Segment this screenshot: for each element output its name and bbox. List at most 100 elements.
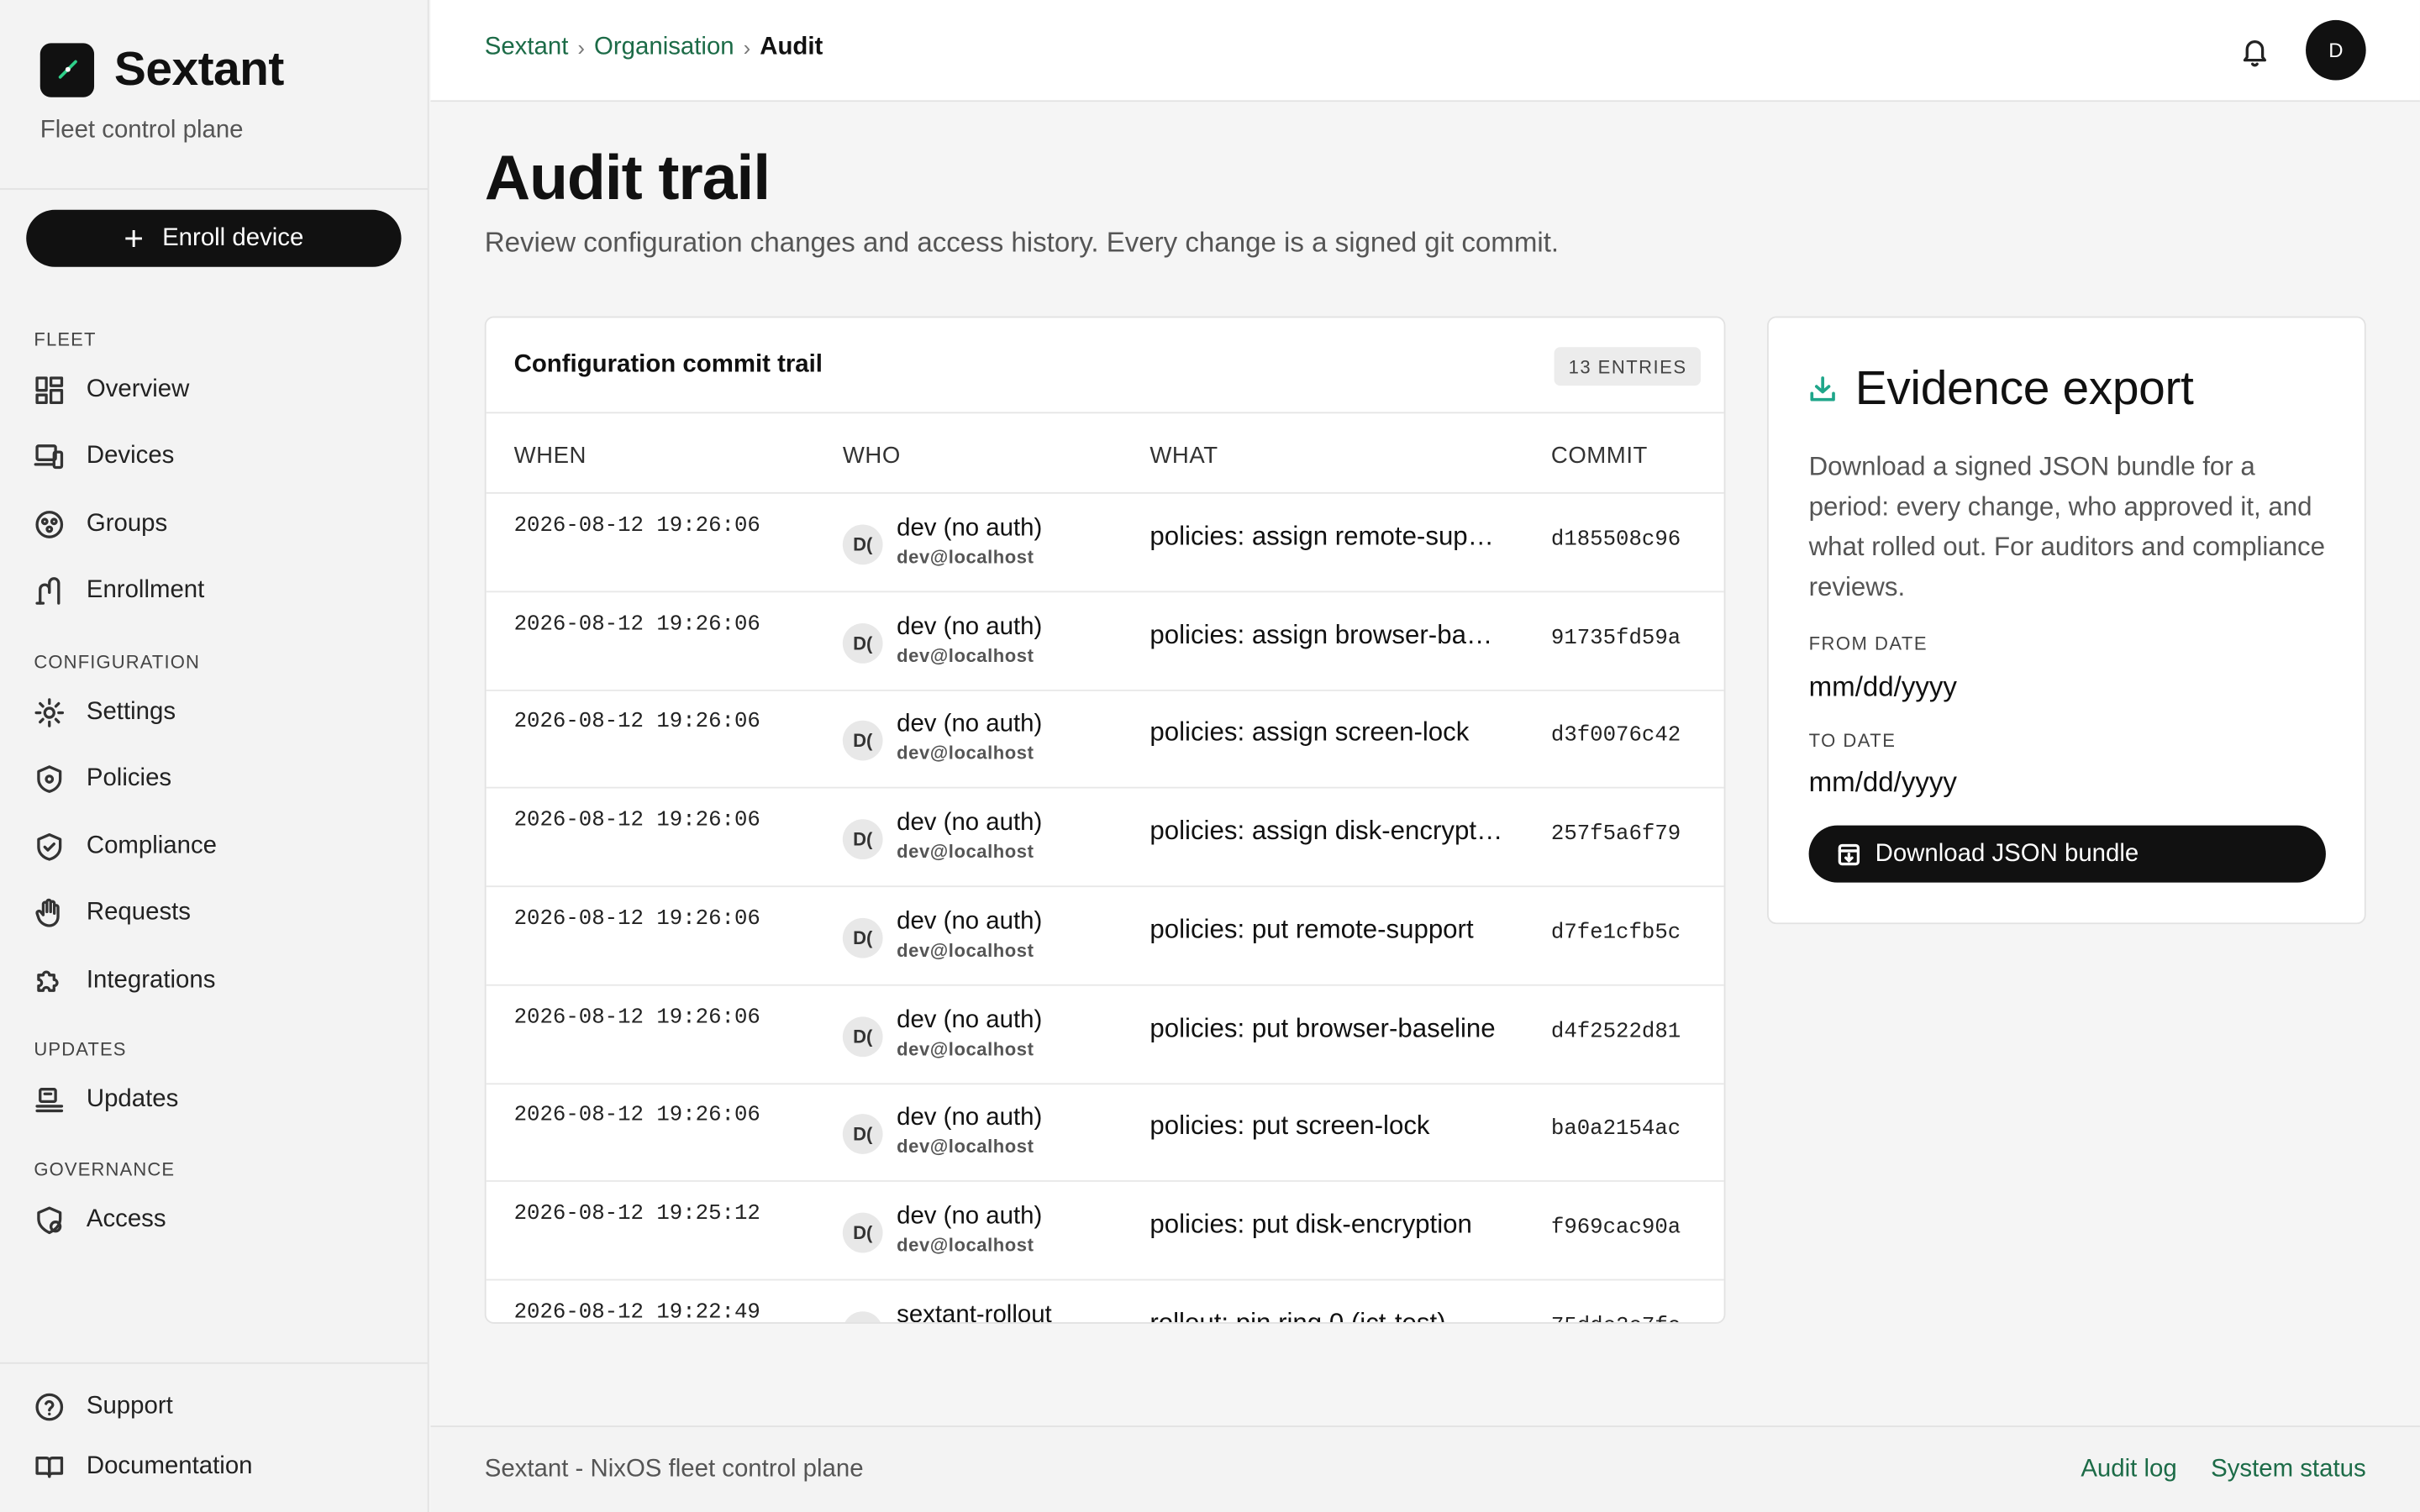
download-json-button[interactable]: Download JSON bundle [1808, 825, 2326, 883]
cell-commit[interactable]: 257f5a6f79 [1551, 822, 1681, 847]
download-icon [1810, 376, 1835, 402]
export-title: Evidence export [1809, 361, 2194, 417]
entries-badge: 13 ENTRIES [1555, 347, 1702, 386]
sidebar-item-devices[interactable]: Devices [34, 437, 174, 477]
sidebar-item-label: Compliance [86, 832, 218, 860]
breadcrumb-organisation[interactable]: Organisation [594, 34, 734, 61]
bell-icon[interactable] [2238, 34, 2271, 67]
brand-subtitle: Fleet control plane [39, 117, 244, 144]
cell-when: 2026-08-12 19:22:49 [513, 1299, 760, 1324]
sidebar-item-label: Updates [86, 1086, 179, 1113]
divider [0, 1362, 428, 1364]
table-row[interactable]: 2026-08-12 19:26:06 D( dev (no auth) dev… [486, 1084, 1724, 1183]
book-icon [34, 1452, 65, 1483]
column-what[interactable]: WHAT [1150, 443, 1218, 469]
dashboard-icon [34, 375, 65, 406]
footer-text: Sextant - NixOS fleet control plane [484, 1456, 864, 1483]
cell-commit[interactable]: d4f2522d81 [1551, 1019, 1681, 1043]
table-row[interactable]: 2026-08-12 19:26:06 D( dev (no auth) dev… [486, 690, 1724, 790]
to-date-input[interactable]: mm/dd/yyyy [1809, 767, 2318, 807]
cell-commit[interactable]: f969cac90a [1551, 1215, 1681, 1240]
enroll-device-label: Enroll device [162, 224, 304, 251]
cell-when: 2026-08-12 19:26:06 [513, 808, 760, 833]
table-row[interactable]: 2026-08-12 19:26:06 D( dev (no auth) dev… [486, 789, 1724, 888]
column-commit[interactable]: COMMIT [1551, 443, 1648, 469]
sidebar-item-label: Integrations [86, 967, 216, 994]
breadcrumb-sextant[interactable]: Sextant [485, 34, 569, 61]
sidebar-item-label: Policies [86, 765, 172, 792]
cell-who-name: dev (no auth) [897, 1006, 1043, 1033]
page-title: Audit trail [484, 141, 771, 213]
sidebar-item-label: Support [86, 1393, 173, 1420]
footer-links: Audit log System status [2081, 1457, 2365, 1484]
user-avatar: D( [842, 622, 883, 664]
cell-when: 2026-08-12 19:26:06 [513, 710, 760, 735]
table-row[interactable]: 2026-08-12 19:26:06 D( dev (no auth) dev… [486, 985, 1724, 1084]
updates-icon [34, 1084, 65, 1116]
cell-who-email: dev@localhost [897, 546, 1034, 568]
from-date-input[interactable]: mm/dd/yyyy [1809, 671, 2318, 711]
sidebar-item-compliance[interactable]: Compliance [34, 827, 217, 867]
cell-what: policies: assign browser-baseline [1150, 619, 1505, 649]
table-body[interactable]: 2026-08-12 19:26:06 D( dev (no auth) dev… [486, 494, 1724, 1324]
topbar: Sextant › Organisation › Audit D [430, 0, 2420, 102]
sidebar-item-overview[interactable]: Overview [34, 370, 189, 411]
cell-commit[interactable]: d7fe1cfb5c [1551, 921, 1681, 945]
cell-who-name: dev (no auth) [897, 908, 1043, 935]
cell-what: policies: put browser-baseline [1150, 1012, 1496, 1042]
column-when[interactable]: WHEN [514, 443, 587, 469]
cell-when: 2026-08-12 19:26:06 [513, 1103, 760, 1128]
cell-commit[interactable]: 91735fd59a [1551, 626, 1681, 650]
cell-commit[interactable]: d185508c96 [1551, 528, 1681, 552]
chevron-right-icon: › [743, 35, 751, 60]
enroll-device-button[interactable]: + Enroll device [26, 209, 402, 267]
evidence-export-card: Evidence export Download a signed JSON b… [1767, 316, 2366, 925]
sidebar-item-settings[interactable]: Settings [34, 693, 176, 733]
cell-who-email: dev@localhost [897, 743, 1034, 764]
table-row[interactable]: 2026-08-12 19:26:06 D( dev (no auth) dev… [486, 592, 1724, 691]
sidebar-item-updates[interactable]: Updates [34, 1080, 178, 1121]
cell-who-name: dev (no auth) [897, 1203, 1043, 1230]
table-row[interactable]: 2026-08-12 19:25:12 D( dev (no auth) dev… [486, 1182, 1724, 1281]
sidebar-item-requests[interactable]: Requests [34, 893, 191, 933]
footer-link-system-status[interactable]: System status [2211, 1457, 2366, 1484]
cell-what: policies: assign remote-support [1150, 521, 1505, 551]
cell-when: 2026-08-12 19:26:06 [513, 1005, 760, 1030]
cell-commit[interactable]: d3f0076c42 [1551, 724, 1681, 748]
cell-commit[interactable]: 75ddc2c7fe [1551, 1314, 1681, 1322]
section-configuration: CONFIGURATION [34, 651, 200, 673]
sidebar-item-integrations[interactable]: Integrations [34, 961, 215, 1001]
sidebar-item-groups[interactable]: Groups [34, 505, 167, 545]
cell-what: rollout: pin ring 0 (ict-test) ... [1150, 1307, 1476, 1324]
sidebar-item-label: Overview [86, 376, 190, 403]
sidebar-item-label: Settings [86, 699, 176, 726]
cell-commit[interactable]: ba0a2154ac [1551, 1117, 1681, 1142]
cell-what: policies: put remote-support [1150, 914, 1474, 944]
cell-what: policies: put disk-encryption [1150, 1209, 1472, 1239]
cell-who-email: dev@localhost [897, 841, 1034, 863]
cell-who-name: dev (no auth) [897, 711, 1043, 738]
card-header: Configuration commit trail 13 ENTRIES [486, 318, 1724, 414]
column-who[interactable]: WHO [843, 443, 901, 469]
user-avatar: D( [842, 1212, 883, 1253]
export-title-label: Evidence export [1854, 360, 2194, 416]
help-circle-icon [34, 1392, 65, 1423]
footer-link-audit-log[interactable]: Audit log [2081, 1457, 2176, 1484]
avatar[interactable]: D [2306, 19, 2366, 81]
table-row[interactable]: 2026-08-12 19:26:06 D( dev (no auth) dev… [486, 887, 1724, 986]
chevron-right-icon: › [577, 35, 585, 60]
cell-who-name: dev (no auth) [897, 1105, 1043, 1131]
table-row[interactable]: 2026-08-12 19:26:06 D( dev (no auth) dev… [486, 494, 1724, 593]
cell-when: 2026-08-12 19:26:06 [513, 906, 760, 932]
cell-what: policies: put screen-lock [1150, 1110, 1430, 1141]
sidebar-item-documentation[interactable]: Documentation [34, 1447, 253, 1488]
shield-check-icon [34, 832, 65, 863]
brand[interactable]: Sextant [39, 42, 284, 97]
cell-who-name: dev (no auth) [897, 613, 1043, 640]
sidebar-item-access[interactable]: Access [34, 1200, 166, 1241]
table-row[interactable]: 2026-08-12 19:22:49 S sextant-rollout ro… [487, 1280, 1724, 1324]
puzzle-icon [34, 966, 65, 997]
sidebar-item-enrollment[interactable]: Enrollment [34, 571, 204, 612]
sidebar-item-support[interactable]: Support [34, 1387, 173, 1427]
sidebar-item-policies[interactable]: Policies [34, 759, 171, 800]
